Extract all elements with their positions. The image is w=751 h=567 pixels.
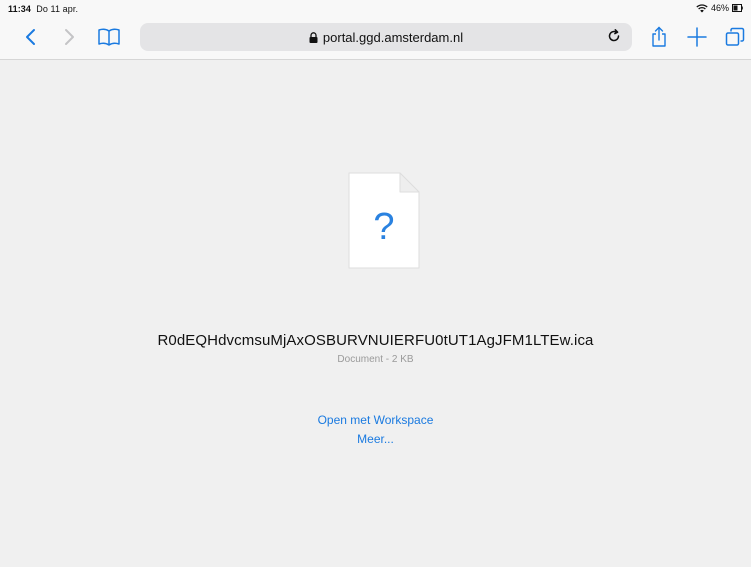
battery-icon [732,4,743,12]
forward-button[interactable] [58,22,82,52]
bookmarks-icon [98,28,120,46]
open-with-workspace-label[interactable]: Open met Workspace [318,413,434,427]
battery-percent: 46% [710,3,729,13]
status-bar: 11:34 Do 11 apr. 46% [0,0,751,18]
url-bar[interactable]: portal.ggd.amsterdam.nl [140,23,632,51]
back-button[interactable] [18,22,42,52]
status-time: 11:34 Do 11 apr. [8,4,78,14]
browser-toolbar: portal.ggd.amsterdam.nl [0,18,751,58]
open-with-workspace-link[interactable]: Open met Workspace [0,413,751,427]
lock-icon [309,31,318,43]
download-preview: ? R0dEQHdvcmsuMjAxOSBURVNUIERFU0tUT1AgJF… [0,60,751,567]
tabs-icon [725,27,745,46]
url-text: portal.ggd.amsterdam.nl [322,29,464,45]
back-icon [26,29,35,45]
bookmarks-button[interactable] [94,22,124,52]
file-meta: Document - 2 KB [337,354,414,365]
file-name: R0dEQHdvcmsuMjAxOSBURVNUIERFU0tUT1AgJFM1… [157,332,594,349]
file-icon-glyph: ? [373,206,394,248]
reload-button[interactable] [606,28,622,47]
more-options-link[interactable]: Meer... [0,432,751,446]
unknown-file-icon: ? [348,172,420,269]
reload-icon [608,29,620,42]
forward-icon [65,29,74,45]
browser-chrome: 11:34 Do 11 apr. 46% portal.ggd.amsterda… [0,0,751,60]
wifi-icon [696,3,708,13]
more-options-label[interactable]: Meer... [357,432,394,446]
status-date-text: Do 11 apr. [36,4,79,14]
tabs-button[interactable] [722,22,748,52]
share-button[interactable] [646,22,672,52]
status-indicators: 46% [696,3,743,13]
share-icon [652,26,666,47]
new-tab-button[interactable] [684,22,710,52]
new-tab-icon [687,27,707,47]
status-time-text: 11:34 [8,4,32,14]
